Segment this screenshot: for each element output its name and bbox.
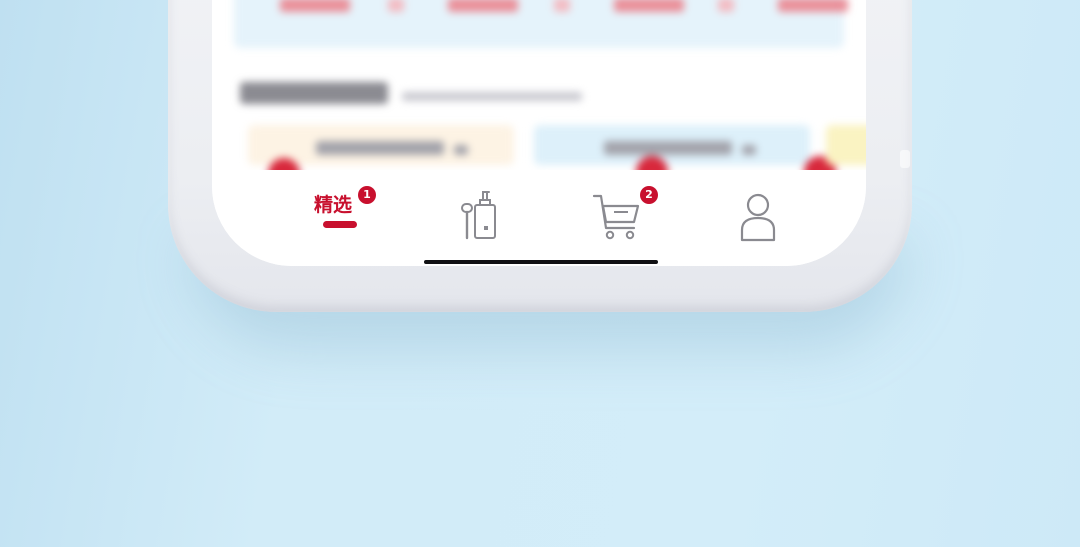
cart-count-badge: 2 — [640, 186, 658, 204]
section-subtitle — [402, 92, 582, 101]
profile-icon — [740, 192, 776, 242]
tab-featured-badge: 1 — [358, 186, 376, 204]
cosmetics-icon — [458, 190, 498, 242]
active-tab-indicator — [323, 221, 357, 228]
phone-side-button — [900, 150, 910, 168]
phone-screen: 精选 1 2 — [212, 0, 866, 266]
tab-profile[interactable] — [698, 170, 818, 250]
home-indicator[interactable] — [424, 260, 658, 264]
promo-chip — [280, 0, 350, 12]
promo-dot — [554, 0, 570, 12]
section-title — [240, 82, 388, 104]
blurred-content — [212, 0, 866, 190]
product-card-suffix — [742, 145, 756, 155]
bottom-tab-bar: 精选 1 2 — [212, 170, 866, 266]
product-card-suffix — [454, 145, 468, 155]
tab-featured-label: 精选 — [314, 194, 353, 216]
promo-chip — [448, 0, 518, 12]
product-card-text — [604, 141, 732, 155]
promo-chip — [614, 0, 684, 12]
tab-cart[interactable]: 2 — [562, 170, 682, 250]
product-card[interactable] — [826, 125, 866, 165]
shopping-cart-icon — [592, 192, 642, 242]
promo-dot — [388, 0, 404, 12]
tab-featured[interactable]: 精选 1 — [276, 170, 396, 250]
promo-dot — [718, 0, 734, 12]
tab-cosmetics[interactable] — [418, 170, 538, 250]
promo-chip — [778, 0, 848, 12]
product-card-text — [316, 141, 444, 155]
